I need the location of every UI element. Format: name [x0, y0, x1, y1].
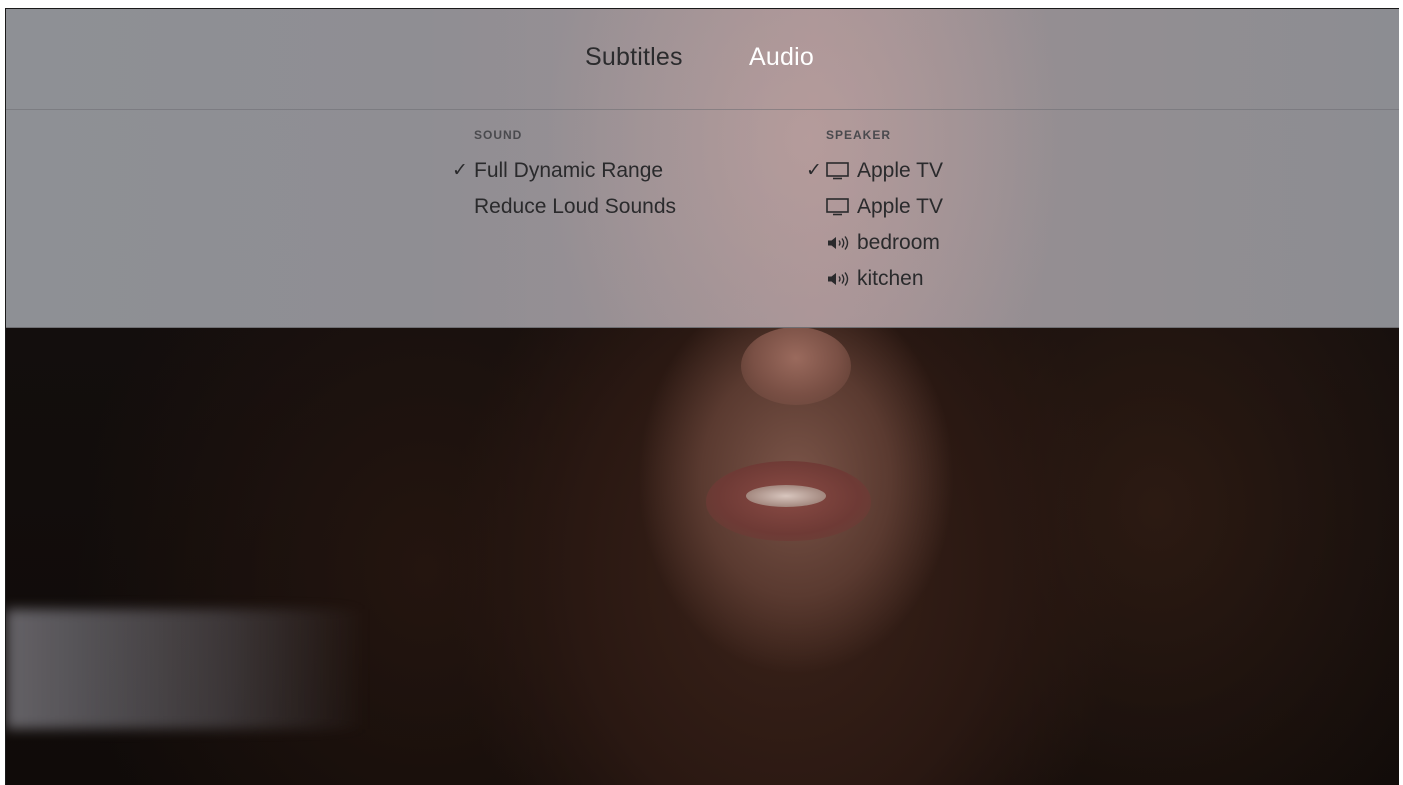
speaker-option-apple-tv-2[interactable]: Apple TV [806, 189, 943, 225]
speaker-option-bedroom[interactable]: bedroom [806, 225, 943, 261]
option-label: Apple TV [857, 159, 943, 182]
speaker-icon [826, 225, 852, 261]
option-label: kitchen [857, 267, 924, 290]
tab-bar: Subtitles Audio [6, 9, 1399, 110]
speaker-column: SPEAKER ✓ Apple TV Apple TV bedroom kitc… [806, 127, 943, 297]
option-label: Full Dynamic Range [474, 159, 664, 182]
sound-option-reduce-loud-sounds[interactable]: Reduce Loud Sounds [452, 189, 676, 225]
background-light [6, 609, 366, 729]
video-detail-nose [741, 327, 851, 405]
video-detail-teeth [746, 485, 826, 507]
tab-subtitles[interactable]: Subtitles [585, 43, 683, 72]
tab-audio[interactable]: Audio [749, 43, 814, 72]
sound-column: SOUND ✓ Full Dynamic Range Reduce Loud S… [452, 127, 676, 225]
option-label: Reduce Loud Sounds [474, 195, 676, 218]
speaker-option-apple-tv-1[interactable]: ✓ Apple TV [806, 153, 943, 189]
option-label: bedroom [857, 231, 940, 254]
tv-icon [826, 189, 852, 225]
speaker-option-kitchen[interactable]: kitchen [806, 261, 943, 297]
speaker-header: SPEAKER [826, 128, 892, 142]
sound-option-full-dynamic-range[interactable]: ✓ Full Dynamic Range [452, 153, 676, 189]
tv-icon [826, 153, 852, 189]
video-player-screen: Subtitles Audio SOUND ✓ Full Dynamic Ran… [5, 8, 1399, 785]
sound-header: SOUND [474, 128, 523, 142]
speaker-icon [826, 261, 852, 297]
audio-settings-overlay: Subtitles Audio SOUND ✓ Full Dynamic Ran… [6, 9, 1399, 328]
checkmark-icon: ✓ [806, 160, 822, 181]
checkmark-icon: ✓ [452, 160, 468, 181]
option-label: Apple TV [857, 195, 943, 218]
